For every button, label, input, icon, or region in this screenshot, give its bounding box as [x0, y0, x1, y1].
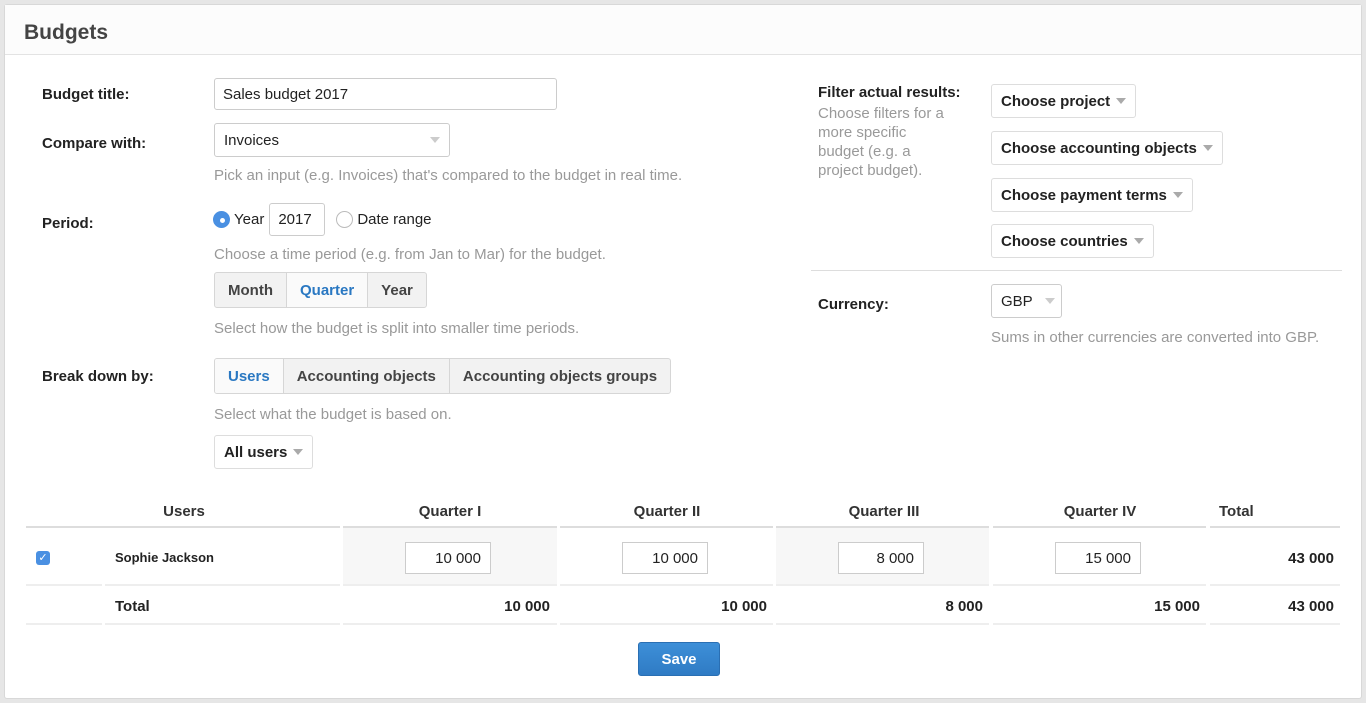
header-users: Users	[163, 503, 205, 520]
compare-with-label: Compare with:	[42, 135, 147, 152]
split-option-year[interactable]: Year	[368, 273, 426, 307]
currency-help: Sums in other currencies are converted i…	[991, 329, 1320, 346]
split-option-quarter[interactable]: Quarter	[286, 273, 369, 307]
filters-label: Filter actual results:	[818, 84, 961, 101]
row-divider	[1210, 623, 1340, 625]
compare-with-select[interactable]: Invoices	[214, 123, 450, 157]
choose-countries-dropdown[interactable]: Choose countries	[991, 224, 1154, 258]
currency-select[interactable]: GBP	[991, 284, 1062, 318]
chevron-down-icon	[430, 137, 440, 143]
quarter-4-input[interactable]	[1055, 542, 1141, 574]
total-quarter-2: 10 000	[721, 598, 767, 615]
radio-year-label: Year	[234, 211, 265, 228]
radio-date-range[interactable]	[336, 211, 354, 228]
save-button[interactable]: Save	[638, 642, 720, 676]
split-segmented-control: Month Quarter Year	[214, 272, 427, 308]
header-quarter-2: Quarter II	[633, 503, 701, 520]
choose-payment-terms-dropdown[interactable]: Choose payment terms	[991, 178, 1193, 212]
choose-payment-terms-label: Choose payment terms	[1001, 186, 1167, 204]
filters-divider	[811, 270, 1342, 271]
row-divider	[560, 584, 773, 586]
row-divider	[776, 623, 989, 625]
row-divider	[26, 584, 102, 586]
row-divider	[993, 623, 1206, 625]
row-divider	[560, 623, 773, 625]
total-quarter-1: 10 000	[504, 598, 550, 615]
split-help: Select how the budget is split into smal…	[214, 320, 580, 337]
break-down-option-accounting-objects-groups[interactable]: Accounting objects groups	[450, 359, 670, 393]
choose-accounting-objects-label: Choose accounting objects	[1001, 139, 1197, 157]
header-underline	[993, 526, 1206, 528]
row-checkbox[interactable]: ✓	[36, 551, 50, 565]
choose-countries-label: Choose countries	[1001, 232, 1128, 250]
currency-value: GBP	[1001, 292, 1033, 310]
row-total: 43 000	[1288, 550, 1334, 567]
row-user-name: Sophie Jackson	[115, 550, 214, 565]
total-quarter-4: 15 000	[1154, 598, 1200, 615]
break-down-label: Break down by:	[42, 368, 154, 385]
total-row-label: Total	[115, 598, 150, 615]
row-divider	[993, 584, 1206, 586]
choose-project-dropdown[interactable]: Choose project	[991, 84, 1137, 118]
row-divider	[105, 584, 340, 586]
currency-label: Currency:	[818, 296, 889, 313]
panel-header: Budgets	[5, 5, 1361, 55]
row-divider	[26, 623, 102, 625]
year-input[interactable]	[269, 203, 326, 236]
chevron-down-icon	[1116, 98, 1127, 104]
chevron-down-icon	[1202, 145, 1213, 151]
header-underline	[560, 526, 773, 528]
compare-with-value: Invoices	[224, 131, 280, 149]
choose-project-label: Choose project	[1001, 92, 1111, 110]
header-total: Total	[1219, 503, 1254, 520]
radio-date-range-label: Date range	[357, 211, 432, 228]
break-down-help: Select what the budget is based on.	[214, 406, 452, 423]
budget-title-label: Budget title:	[42, 86, 130, 103]
quarter-1-input[interactable]	[405, 542, 491, 574]
chevron-down-icon	[1172, 192, 1183, 198]
header-underline	[1210, 526, 1340, 528]
row-divider	[1210, 584, 1340, 586]
row-divider	[776, 584, 989, 586]
page-title: Budgets	[24, 21, 108, 44]
users-filter-dropdown[interactable]: All users	[214, 435, 314, 469]
chevron-down-icon	[1044, 298, 1055, 304]
total-quarter-3: 8 000	[945, 598, 983, 615]
period-help: Choose a time period (e.g. from Jan to M…	[214, 246, 606, 263]
budget-title-input[interactable]	[214, 78, 557, 110]
compare-with-help: Pick an input (e.g. Invoices) that's com…	[214, 167, 683, 184]
total-grand: 43 000	[1288, 598, 1334, 615]
break-down-option-accounting-objects[interactable]: Accounting objects	[284, 359, 450, 393]
row-divider	[343, 584, 557, 586]
header-quarter-1: Quarter I	[418, 503, 482, 520]
choose-accounting-objects-dropdown[interactable]: Choose accounting objects	[991, 131, 1223, 165]
break-down-segmented-control: Users Accounting objects Accounting obje…	[214, 358, 672, 394]
header-quarter-4: Quarter IV	[1063, 503, 1137, 520]
break-down-option-users[interactable]: Users	[215, 359, 284, 393]
period-options: Year Date range	[213, 203, 432, 236]
period-label: Period:	[42, 215, 94, 232]
users-filter-label: All users	[224, 443, 288, 461]
header-underline	[26, 526, 340, 528]
quarter-2-input[interactable]	[622, 542, 708, 574]
radio-year[interactable]	[213, 211, 230, 228]
filters-help: Choose filters for a more specific budge…	[818, 105, 944, 179]
header-quarter-3: Quarter III	[848, 503, 920, 520]
chevron-down-icon	[1133, 238, 1144, 244]
budgets-panel: Budgets	[4, 4, 1362, 699]
chevron-down-icon	[293, 449, 304, 455]
split-option-month[interactable]: Month	[215, 273, 287, 307]
row-divider	[105, 623, 340, 625]
row-divider	[343, 623, 557, 625]
quarter-3-input[interactable]	[838, 542, 924, 574]
